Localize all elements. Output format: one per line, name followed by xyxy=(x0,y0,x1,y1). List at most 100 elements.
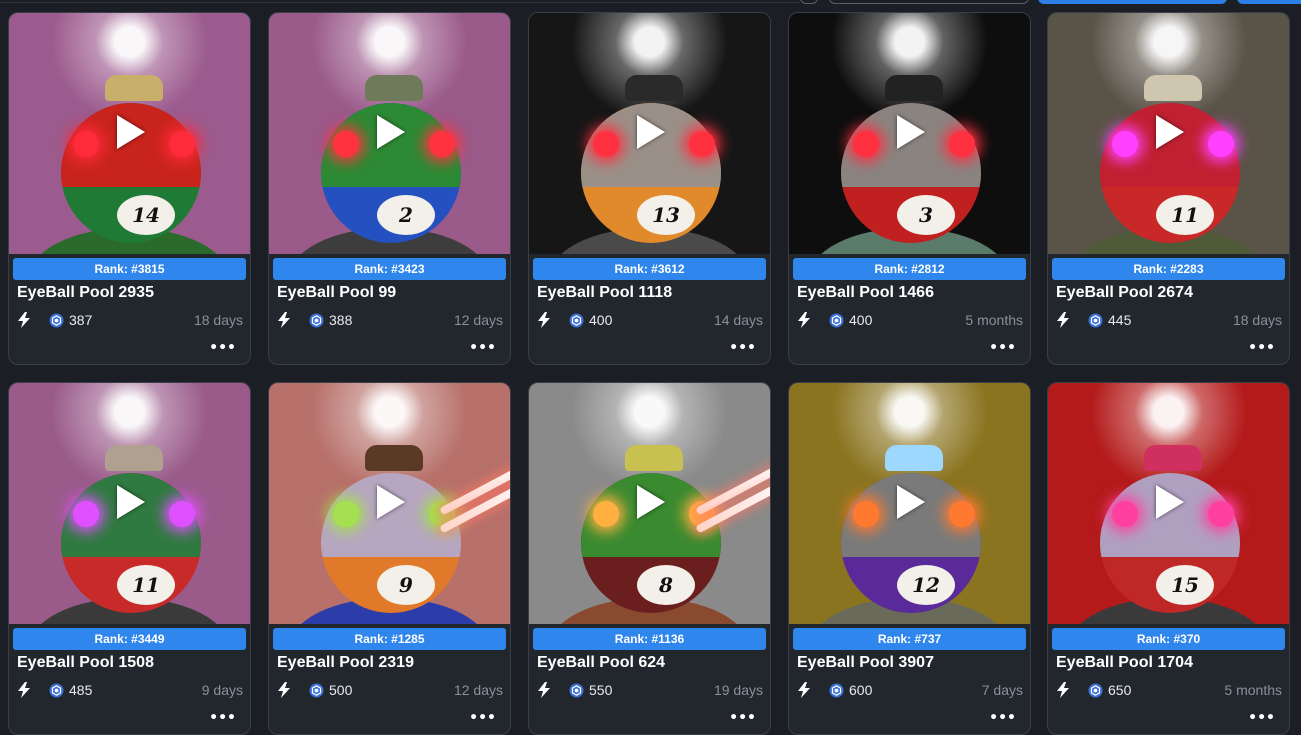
left-eye xyxy=(593,131,619,157)
nft-title[interactable]: EyeBall Pool 2935 xyxy=(17,284,154,302)
play-icon[interactable] xyxy=(637,485,665,519)
price-value: 485 xyxy=(69,682,93,698)
listed-ago: 7 days xyxy=(981,682,1023,698)
nft-video-thumbnail[interactable]: 3 xyxy=(789,13,1030,254)
nft-title[interactable]: EyeBall Pool 99 xyxy=(277,284,396,302)
search-input[interactable] xyxy=(829,0,1029,4)
more-options-icon[interactable]: ••• xyxy=(209,710,236,726)
right-eye xyxy=(949,501,975,527)
rank-badge: Rank: #3449 xyxy=(13,628,246,650)
more-options-icon[interactable]: ••• xyxy=(1248,710,1275,726)
price-value: 500 xyxy=(329,682,353,698)
right-eye xyxy=(689,131,715,157)
nft-card-3[interactable]: 13 Rank: #3612 EyeBall Pool 1118 400 14 … xyxy=(528,12,771,365)
cronos-coin-icon xyxy=(49,683,64,698)
play-icon[interactable] xyxy=(637,115,665,149)
lightning-icon[interactable] xyxy=(277,682,291,698)
right-eye xyxy=(949,131,975,157)
rank-badge: Rank: #2283 xyxy=(1052,258,1285,280)
ball-number: 9 xyxy=(377,565,435,605)
play-icon[interactable] xyxy=(117,115,145,149)
card-meta: 400 14 days xyxy=(537,312,763,330)
ball-number: 8 xyxy=(637,565,695,605)
right-eye xyxy=(1208,501,1234,527)
play-icon[interactable] xyxy=(377,485,405,519)
nft-card-6[interactable]: 11 Rank: #3449 EyeBall Pool 1508 485 9 d… xyxy=(8,382,251,735)
nft-video-thumbnail[interactable]: 11 xyxy=(9,383,250,624)
nft-video-thumbnail[interactable]: 8 xyxy=(529,383,770,624)
left-eye xyxy=(333,131,359,157)
nft-title[interactable]: EyeBall Pool 3907 xyxy=(797,654,934,672)
primary-action-button[interactable] xyxy=(1038,0,1227,4)
more-options-icon[interactable]: ••• xyxy=(1248,340,1275,356)
nft-video-thumbnail[interactable]: 15 xyxy=(1048,383,1289,624)
lightning-icon[interactable] xyxy=(17,682,31,698)
hat-accessory xyxy=(885,75,943,101)
left-eye xyxy=(333,501,359,527)
play-icon[interactable] xyxy=(1156,115,1184,149)
lightning-icon[interactable] xyxy=(1056,312,1070,328)
nft-card-8[interactable]: 8 Rank: #1136 EyeBall Pool 624 550 19 da… xyxy=(528,382,771,735)
toolbar-divider xyxy=(0,2,800,3)
nft-card-7[interactable]: 9 Rank: #1285 EyeBall Pool 2319 500 12 d… xyxy=(268,382,511,735)
nft-title[interactable]: EyeBall Pool 1466 xyxy=(797,284,934,302)
nft-title[interactable]: EyeBall Pool 2674 xyxy=(1056,284,1193,302)
lightning-icon[interactable] xyxy=(17,312,31,328)
nft-title[interactable]: EyeBall Pool 2319 xyxy=(277,654,414,672)
nft-card-5[interactable]: 11 Rank: #2283 EyeBall Pool 2674 445 18 … xyxy=(1047,12,1290,365)
nft-card-10[interactable]: 15 Rank: #370 EyeBall Pool 1704 650 5 mo… xyxy=(1047,382,1290,735)
right-eye xyxy=(429,131,455,157)
nft-video-thumbnail[interactable]: 2 xyxy=(269,13,510,254)
ball-number: 3 xyxy=(897,195,955,235)
play-icon[interactable] xyxy=(897,485,925,519)
left-eye xyxy=(1112,501,1138,527)
nft-video-thumbnail[interactable]: 14 xyxy=(9,13,250,254)
nft-video-thumbnail[interactable]: 12 xyxy=(789,383,1030,624)
nft-title[interactable]: EyeBall Pool 624 xyxy=(537,654,665,672)
play-icon[interactable] xyxy=(117,485,145,519)
card-meta: 388 12 days xyxy=(277,312,503,330)
listed-ago: 5 months xyxy=(965,312,1023,328)
left-eye xyxy=(73,131,99,157)
play-icon[interactable] xyxy=(897,115,925,149)
secondary-action-button[interactable] xyxy=(1237,0,1301,4)
price-value: 388 xyxy=(329,312,353,328)
nft-card-1[interactable]: 14 Rank: #3815 EyeBall Pool 2935 387 18 … xyxy=(8,12,251,365)
hat-accessory xyxy=(625,445,683,471)
nft-video-thumbnail[interactable]: 9 xyxy=(269,383,510,624)
card-meta: 445 18 days xyxy=(1056,312,1282,330)
lightning-icon[interactable] xyxy=(797,682,811,698)
more-options-icon[interactable]: ••• xyxy=(469,710,496,726)
play-icon[interactable] xyxy=(1156,485,1184,519)
lightning-icon[interactable] xyxy=(537,312,551,328)
hat-accessory xyxy=(105,445,163,471)
lightning-icon[interactable] xyxy=(277,312,291,328)
nft-title[interactable]: EyeBall Pool 1508 xyxy=(17,654,154,672)
nft-video-thumbnail[interactable]: 11 xyxy=(1048,13,1289,254)
more-options-icon[interactable]: ••• xyxy=(989,340,1016,356)
nft-card-4[interactable]: 3 Rank: #2812 EyeBall Pool 1466 400 5 mo… xyxy=(788,12,1031,365)
more-options-icon[interactable]: ••• xyxy=(209,340,236,356)
ball-number: 11 xyxy=(117,565,175,605)
more-options-icon[interactable]: ••• xyxy=(989,710,1016,726)
price-value: 400 xyxy=(589,312,613,328)
nft-card-2[interactable]: 2 Rank: #3423 EyeBall Pool 99 388 12 day… xyxy=(268,12,511,365)
more-options-icon[interactable]: ••• xyxy=(729,710,756,726)
ball-number: 13 xyxy=(637,195,695,235)
hat-accessory xyxy=(365,445,423,471)
play-icon[interactable] xyxy=(377,115,405,149)
listed-ago: 9 days xyxy=(201,682,243,698)
price-value: 550 xyxy=(589,682,613,698)
lightning-icon[interactable] xyxy=(1056,682,1070,698)
lightning-icon[interactable] xyxy=(797,312,811,328)
hat-accessory xyxy=(1144,445,1202,471)
nft-title[interactable]: EyeBall Pool 1704 xyxy=(1056,654,1193,672)
listed-ago: 18 days xyxy=(193,312,243,328)
more-options-icon[interactable]: ••• xyxy=(729,340,756,356)
lightning-icon[interactable] xyxy=(537,682,551,698)
sort-toggle[interactable] xyxy=(800,0,818,4)
more-options-icon[interactable]: ••• xyxy=(469,340,496,356)
nft-card-9[interactable]: 12 Rank: #737 EyeBall Pool 3907 600 7 da… xyxy=(788,382,1031,735)
nft-video-thumbnail[interactable]: 13 xyxy=(529,13,770,254)
nft-title[interactable]: EyeBall Pool 1118 xyxy=(537,284,672,302)
